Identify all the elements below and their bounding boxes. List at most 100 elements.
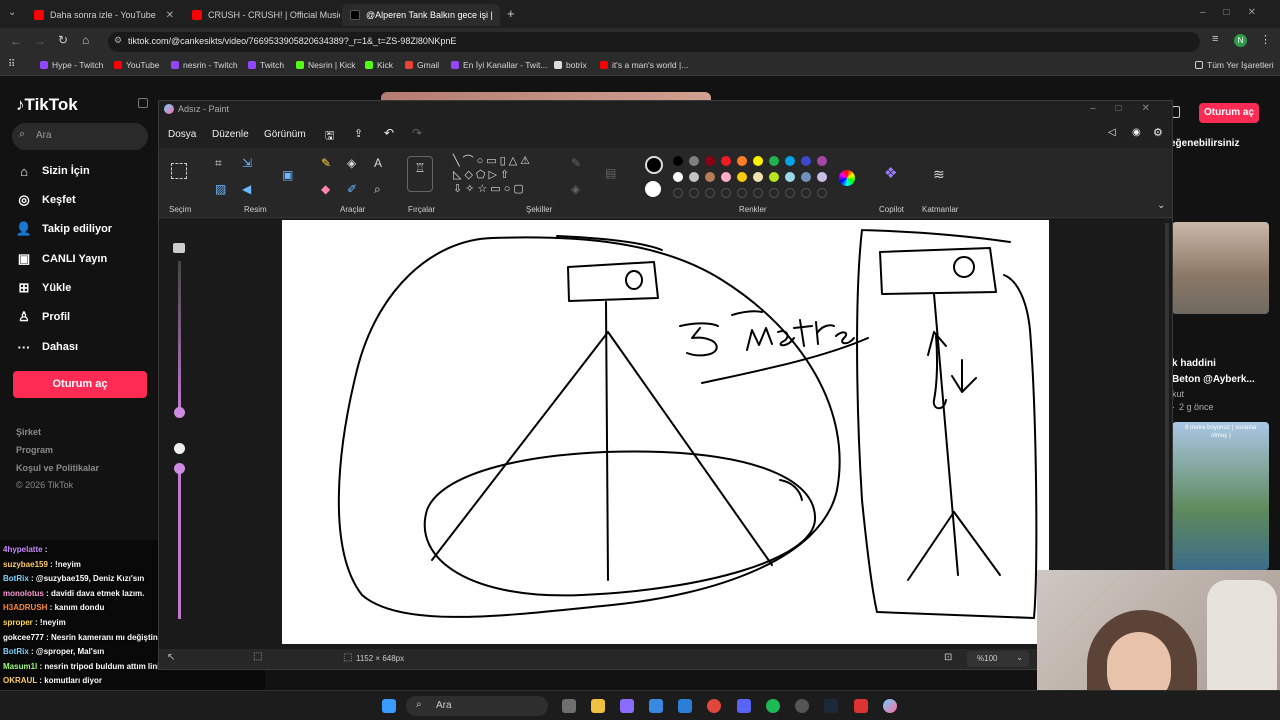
file-explorer-icon[interactable]	[591, 699, 605, 713]
custom-color-slot[interactable]	[753, 188, 763, 198]
brush-size-thumb[interactable]	[174, 407, 185, 418]
close-icon[interactable]: ✕	[499, 10, 500, 21]
nav-for-you[interactable]: ⌂ Sizin İçin	[16, 163, 90, 179]
taskbar-search[interactable]: ⌕ Ara	[406, 696, 548, 716]
chat-username[interactable]: gokcee777	[3, 633, 44, 642]
paint-icon[interactable]	[883, 699, 897, 713]
opacity-slider[interactable]	[178, 469, 181, 619]
chat-username[interactable]: OKRAUL	[3, 676, 37, 685]
palette-color-swatch[interactable]	[753, 156, 763, 166]
edit-colors-icon[interactable]	[839, 170, 855, 186]
palette-color-swatch[interactable]	[689, 156, 699, 166]
drawing-canvas[interactable]	[282, 220, 1049, 644]
primary-color-swatch[interactable]	[645, 156, 663, 174]
steam-icon[interactable]	[824, 699, 838, 713]
chat-username[interactable]: BotRix	[3, 574, 29, 583]
footer-company[interactable]: Şirket	[16, 427, 41, 437]
apps-icon[interactable]: ⠿	[8, 59, 15, 70]
nav-profile[interactable]: ♙ Profil	[16, 309, 70, 325]
copilot-icon[interactable]: ❖	[884, 164, 897, 182]
bookmark-item[interactable]: Nesrin | Kick	[296, 60, 356, 70]
bookmark-item[interactable]: botrix	[554, 60, 587, 70]
app-icon[interactable]	[854, 699, 868, 713]
palette-color-swatch[interactable]	[769, 172, 779, 182]
browser-tab-1[interactable]: Daha sonra izle - YouTube ✕	[26, 4, 182, 26]
settings-icon[interactable]: ⚙	[1153, 126, 1163, 139]
secondary-color-swatch[interactable]	[645, 181, 661, 197]
chat-username[interactable]: Masum1l	[3, 662, 37, 671]
palette-color-swatch[interactable]	[705, 156, 715, 166]
bookmark-item[interactable]: nesrin - Twitch	[171, 60, 238, 70]
reload-icon[interactable]: ↻	[58, 33, 68, 47]
login-button[interactable]: Oturum aç	[13, 371, 147, 398]
ribbon-collapse-icon[interactable]: ⌄	[1157, 200, 1165, 211]
forward-icon[interactable]: →	[34, 34, 46, 48]
footer-terms[interactable]: Koşul ve Politikalar	[16, 463, 99, 473]
all-bookmarks[interactable]: Tüm Yer İşaretleri	[1195, 60, 1274, 70]
collapse-icon[interactable]	[138, 98, 148, 108]
close-icon[interactable]: ✕	[166, 10, 174, 21]
site-info-icon[interactable]: ⚙	[114, 35, 122, 46]
nav-following[interactable]: 👤 Takip ediliyor	[16, 221, 112, 237]
undo-icon[interactable]: ↶	[384, 126, 394, 140]
chat-username[interactable]: monolotus	[3, 589, 44, 598]
palette-color-swatch[interactable]	[801, 156, 811, 166]
chrome-icon[interactable]	[707, 699, 721, 713]
playlist-icon[interactable]: ≡	[1212, 33, 1218, 45]
redo-icon[interactable]: ↷	[412, 126, 422, 140]
custom-color-slot[interactable]	[705, 188, 715, 198]
palette-color-swatch[interactable]	[769, 156, 779, 166]
eraser-icon[interactable]: ◆	[321, 182, 330, 196]
bookmark-item[interactable]: it's a man's world |...	[600, 60, 688, 70]
chat-username[interactable]: 4hypelatte	[3, 545, 43, 554]
bookmark-item[interactable]: Gmail	[405, 60, 439, 70]
notify-icon[interactable]: ◁	[1108, 127, 1116, 138]
window-controls[interactable]: –□✕	[1090, 103, 1170, 114]
nav-more[interactable]: ··· Dahası	[16, 339, 79, 355]
image-select-icon[interactable]: ▨	[215, 182, 226, 196]
nav-explore[interactable]: ◎ Keşfet	[16, 192, 75, 208]
footer-program[interactable]: Program	[16, 445, 53, 455]
custom-color-slot[interactable]	[817, 188, 827, 198]
palette-color-swatch[interactable]	[705, 172, 715, 182]
image-creator-icon[interactable]: ▣	[282, 168, 293, 182]
palette-color-swatch[interactable]	[673, 156, 683, 166]
palette-color-swatch[interactable]	[737, 156, 747, 166]
tiktok-logo[interactable]: ♪TikTok	[16, 95, 78, 115]
shapes-gallery-icon[interactable]: ╲⌒○▭▯△⚠ ◺◇⬠▷⇧ ⇩✧☆▭○▢	[453, 154, 533, 196]
resize-icon[interactable]: ⇲	[242, 156, 252, 170]
chat-username[interactable]: suzybae159	[3, 560, 48, 569]
copilot-icon[interactable]	[620, 699, 634, 713]
palette-color-swatch[interactable]	[785, 172, 795, 182]
palette-color-swatch[interactable]	[689, 172, 699, 182]
color-picker-icon[interactable]: ✐	[347, 182, 357, 196]
share-icon[interactable]: ⇪	[354, 127, 363, 140]
mail-icon[interactable]	[678, 699, 692, 713]
palette-color-swatch[interactable]	[753, 172, 763, 182]
chat-username[interactable]: BotRix	[3, 647, 29, 656]
menu-view[interactable]: Görünüm	[264, 129, 306, 140]
palette-color-swatch[interactable]	[785, 156, 795, 166]
new-tab-icon[interactable]: +	[507, 6, 515, 21]
search-input[interactable]: ⌕ Ara	[12, 123, 148, 150]
discord-icon[interactable]	[737, 699, 751, 713]
store-icon[interactable]	[649, 699, 663, 713]
custom-color-slot[interactable]	[689, 188, 699, 198]
rotate-icon[interactable]: ◀	[242, 182, 251, 196]
task-view-icon[interactable]	[562, 699, 576, 713]
custom-color-slot[interactable]	[721, 188, 731, 198]
bookmark-item[interactable]: Hype - Twitch	[40, 60, 103, 70]
custom-color-slot[interactable]	[673, 188, 683, 198]
palette-color-swatch[interactable]	[673, 172, 683, 182]
save-icon[interactable]: 🖫	[325, 127, 334, 146]
header-login-button[interactable]: Oturum aç	[1199, 103, 1259, 123]
menu-file[interactable]: Dosya	[168, 129, 196, 140]
video-author[interactable]: Beton @Ayberk...	[1172, 374, 1255, 385]
nav-live[interactable]: ▣ CANLI Yayın	[16, 251, 107, 267]
fill-icon[interactable]: ◈	[347, 156, 356, 170]
fit-screen-icon[interactable]: ⊡	[944, 652, 952, 663]
custom-color-slot[interactable]	[801, 188, 811, 198]
magnifier-icon[interactable]: ⌕	[374, 182, 381, 197]
custom-color-slot[interactable]	[785, 188, 795, 198]
bookmark-item[interactable]: YouTube	[114, 60, 159, 70]
